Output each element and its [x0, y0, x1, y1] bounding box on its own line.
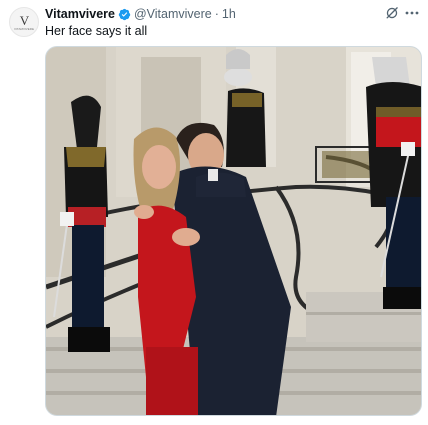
tweet-text: Her face says it all [45, 24, 148, 38]
timestamp[interactable]: 1h [222, 6, 236, 22]
avatar[interactable]: V VITAMVIVERE [9, 7, 39, 37]
tweet-card[interactable]: V VITAMVIVERE Vitamvivere @Vitamvivere ·… [0, 0, 428, 425]
tweet-header: Vitamvivere @Vitamvivere · 1h [45, 6, 236, 22]
separator: · [214, 7, 219, 21]
grok-icon[interactable] [385, 6, 399, 20]
verified-badge-icon [118, 8, 131, 20]
photo-scene [46, 47, 421, 415]
more-options-icon[interactable] [404, 6, 420, 20]
avatar-subtitle: VITAMVIVERE [14, 26, 34, 31]
handle[interactable]: @Vitamvivere [134, 6, 212, 22]
tweet-media-image[interactable] [45, 46, 422, 416]
display-name[interactable]: Vitamvivere [45, 6, 115, 22]
avatar-monogram: V [19, 12, 29, 28]
